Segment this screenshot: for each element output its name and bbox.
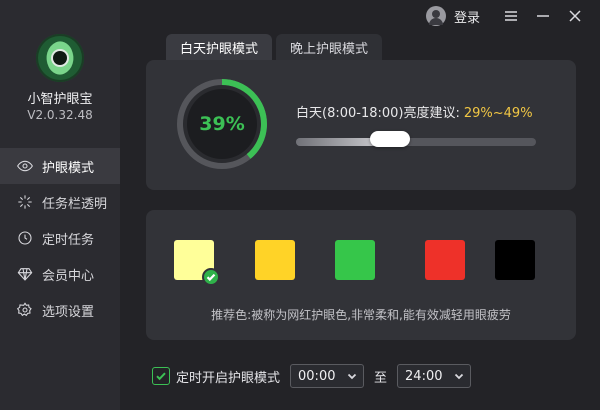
minimize-button[interactable]: [534, 7, 552, 25]
end-time-value: 24:00: [405, 368, 443, 384]
sidebar-item-label: 定时任务: [42, 232, 95, 248]
swatch-green[interactable]: [335, 240, 375, 280]
tab-night-mode[interactable]: 晚上护眼模式: [276, 34, 383, 60]
app-name: 小智护眼宝: [27, 92, 93, 107]
start-time-value: 00:00: [298, 368, 336, 384]
brightness-panel: 39% 白天(8:00-18:00)亮度建议: 29%~49%: [146, 60, 576, 190]
brightness-suggestion-value: 29%~49%: [463, 106, 533, 121]
gear-icon: [16, 301, 34, 319]
recommend-text: 推荐色:被称为网红护眼色,非常柔和,能有效减轻用眼疲劳: [211, 308, 511, 322]
chevron-down-icon: [345, 369, 359, 383]
close-icon: [569, 10, 581, 22]
to-label: 至: [374, 370, 388, 386]
brightness-percent: 39%: [199, 113, 245, 135]
selected-check-icon: [202, 268, 220, 286]
sparkle-icon: [16, 193, 34, 211]
sidebar-item-label: 任务栏透明: [42, 196, 108, 212]
sidebar-item-settings[interactable]: 选项设置: [0, 292, 120, 328]
sidebar-nav: 护眼模式 任务栏透明 定时任务 会员中心 选项设置: [0, 148, 120, 328]
sidebar: 小智护眼宝 V2.0.32.48 护眼模式 任务栏透明 定时任务 会员中心 选项…: [0, 0, 120, 410]
app-logo: [36, 34, 84, 82]
title-bar: 登录: [425, 0, 600, 32]
menu-icon: [505, 11, 517, 21]
clock-icon: [16, 229, 34, 247]
sidebar-item-label: 护眼模式: [42, 160, 95, 176]
user-avatar-icon[interactable]: [425, 6, 446, 26]
end-time-select[interactable]: 24:00: [397, 364, 472, 388]
brightness-slider[interactable]: [296, 131, 536, 147]
sidebar-item-taskbar-transparent[interactable]: 任务栏透明: [0, 184, 120, 220]
swatch-yellow[interactable]: [255, 240, 295, 280]
schedule-label: 定时开启护眼模式: [176, 370, 281, 386]
brightness-suggestion-label: 白天(8:00-18:00)亮度建议:: [296, 106, 460, 121]
sidebar-item-member-center[interactable]: 会员中心: [0, 256, 120, 292]
schedule-checkbox[interactable]: [152, 367, 170, 385]
diamond-icon: [16, 265, 34, 283]
mode-tabs: 白天护眼模式 晚上护眼模式: [166, 34, 383, 60]
swatch-red[interactable]: [425, 240, 465, 280]
menu-button[interactable]: [502, 7, 520, 25]
minimize-icon: [537, 15, 549, 17]
app-version: V2.0.32.48: [27, 108, 93, 122]
start-time-select[interactable]: 00:00: [290, 364, 365, 388]
schedule-row: 定时开启护眼模式 00:00 至 24:00: [152, 364, 472, 388]
swatch-black[interactable]: [495, 240, 535, 280]
close-button[interactable]: [566, 7, 584, 25]
tab-day-mode[interactable]: 白天护眼模式: [166, 34, 273, 60]
sidebar-item-label: 选项设置: [42, 304, 95, 320]
chevron-down-icon: [452, 369, 466, 383]
check-icon: [156, 372, 166, 381]
sidebar-item-eye-mode[interactable]: 护眼模式: [0, 148, 120, 184]
login-link[interactable]: 登录: [454, 7, 480, 26]
sidebar-item-scheduled-tasks[interactable]: 定时任务: [0, 220, 120, 256]
eye-icon: [16, 157, 34, 175]
brightness-suggestion: 白天(8:00-18:00)亮度建议: 29%~49%: [296, 102, 533, 121]
color-panel: 推荐色:被称为网红护眼色,非常柔和,能有效减轻用眼疲劳: [146, 210, 576, 340]
sidebar-item-label: 会员中心: [42, 268, 95, 284]
brightness-slider-thumb[interactable]: [369, 131, 410, 147]
